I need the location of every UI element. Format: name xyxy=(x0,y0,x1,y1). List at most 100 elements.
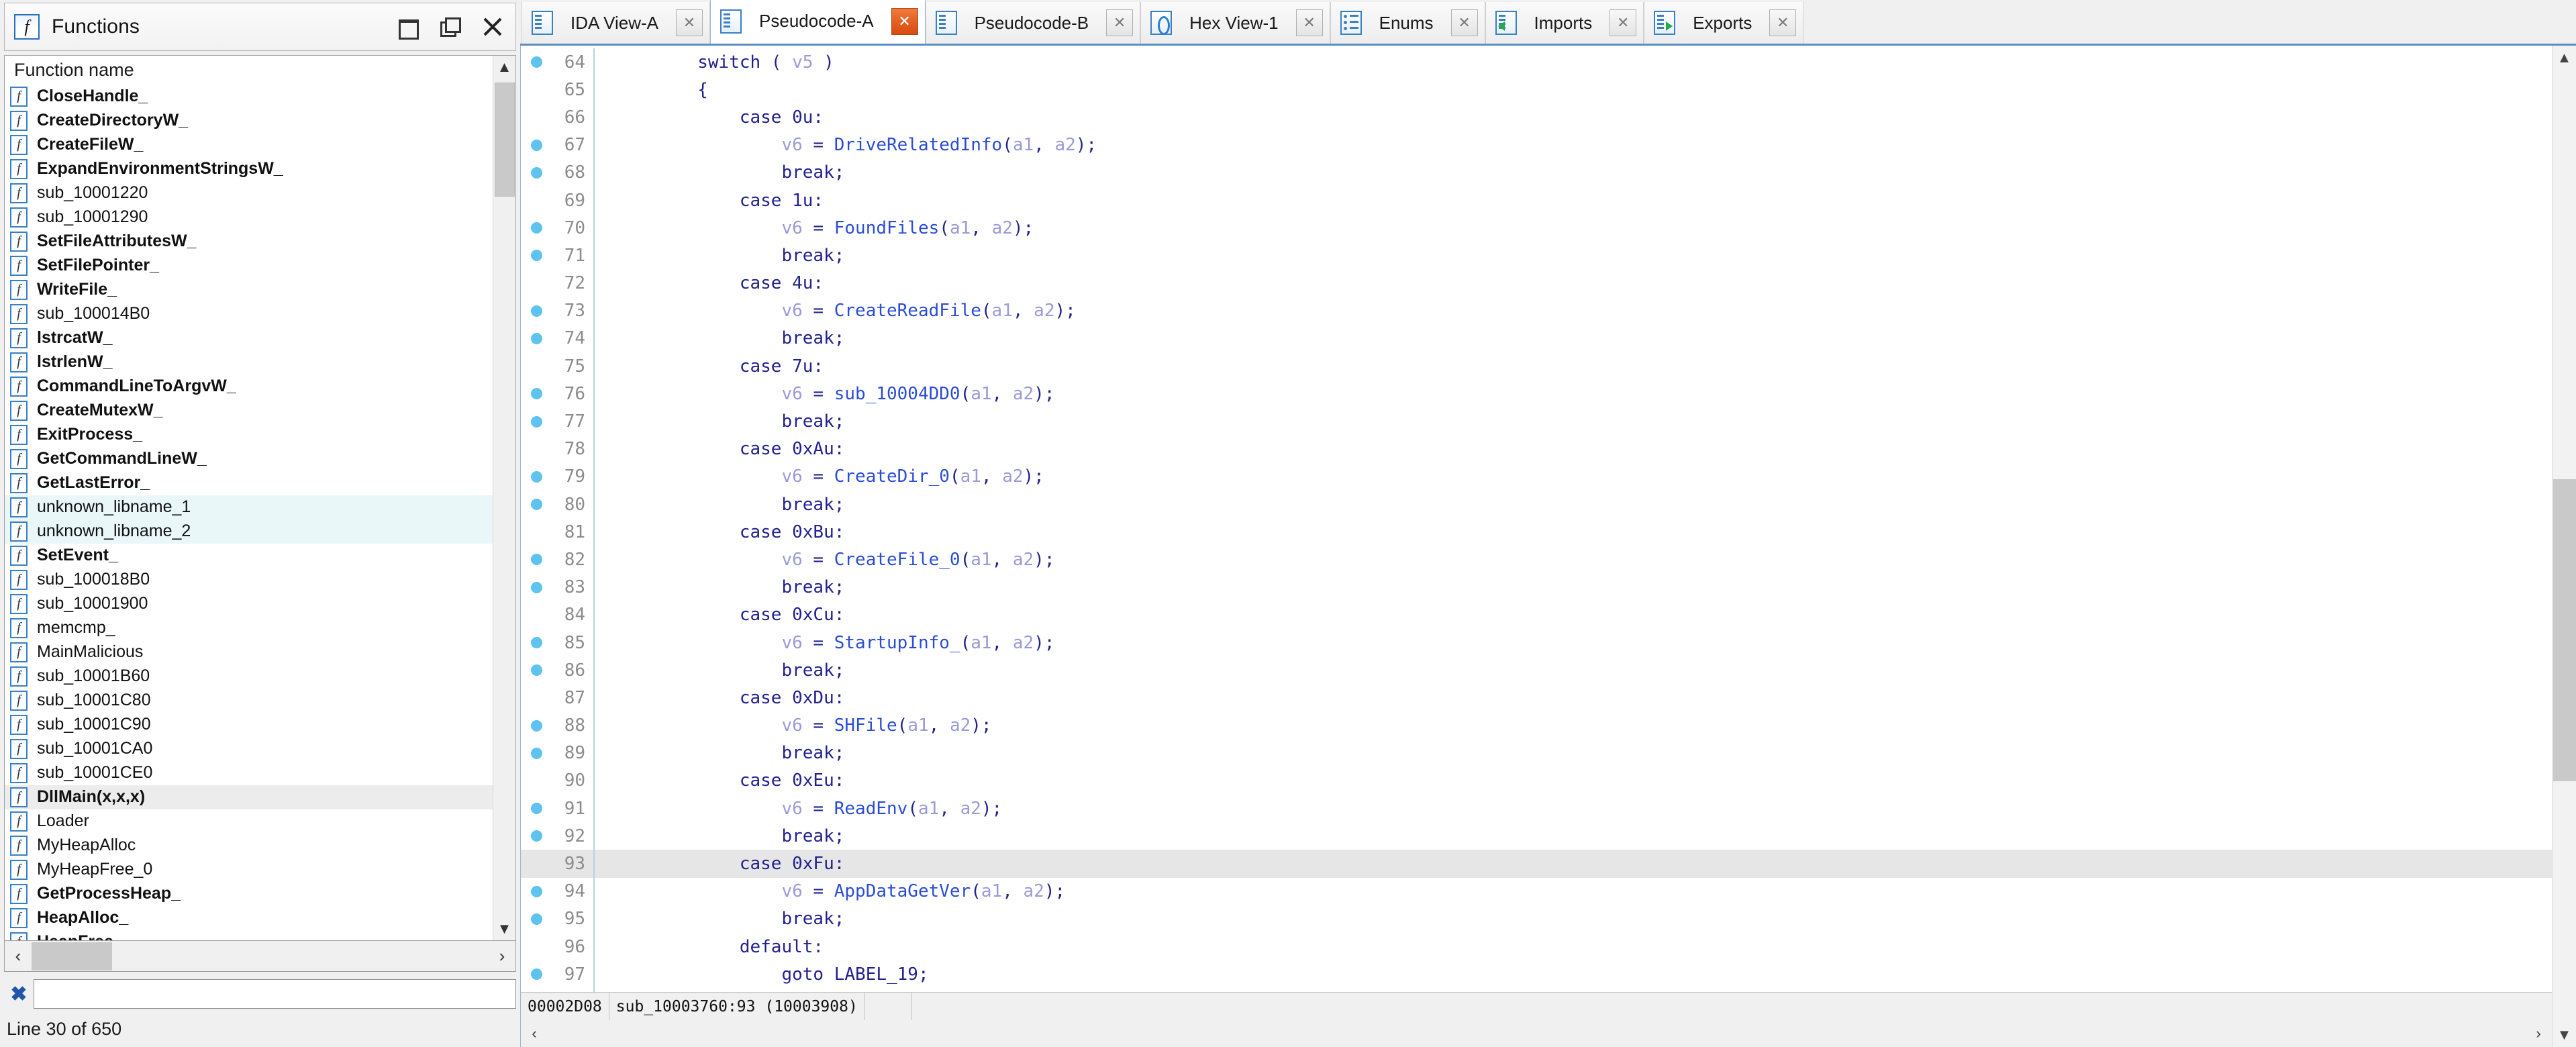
breakpoint-gutter[interactable] xyxy=(521,637,552,649)
tab-pseudocode-b[interactable]: Pseudocode-B ✕ xyxy=(925,2,1141,44)
pseudocode-vertical-scrollbar[interactable]: ▲ ▼ xyxy=(2552,46,2576,1047)
function-list-item[interactable]: f GetLastError_ xyxy=(5,470,493,495)
close-icon[interactable]: ✕ xyxy=(1106,9,1134,36)
functions-vscroll-track[interactable] xyxy=(493,78,515,917)
function-list-item[interactable]: f sub_10001220 xyxy=(5,181,493,205)
close-icon[interactable]: ✕ xyxy=(891,7,918,35)
function-list-item[interactable]: f sub_10001C90 xyxy=(5,712,493,737)
close-icon[interactable]: ✕ xyxy=(676,9,703,36)
function-list-item[interactable]: f sub_10001C80 xyxy=(5,688,493,713)
breakpoint-gutter[interactable] xyxy=(521,470,552,483)
function-list-item[interactable]: f ExpandEnvironmentStringsW_ xyxy=(5,156,493,181)
function-list-item[interactable]: f DllMain(x,x,x) xyxy=(5,785,493,809)
function-list-item[interactable]: f sub_100018B0 xyxy=(5,567,493,592)
tab-imports[interactable]: Imports ✕ xyxy=(1485,2,1644,44)
scroll-left-icon[interactable]: ‹ xyxy=(5,942,32,971)
pseudocode-line[interactable]: 89 break; xyxy=(521,739,2552,767)
pseudocode-line[interactable]: 88 v6 = SHFile(a1, a2); xyxy=(521,711,2552,740)
pseudocode-line[interactable]: 91 v6 = ReadEnv(a1, a2); xyxy=(521,795,2552,823)
pseudocode-line[interactable]: 66 case 0u: xyxy=(521,103,2552,132)
function-list-item[interactable]: f sub_10001290 xyxy=(5,205,493,230)
breakpoint-gutter[interactable] xyxy=(521,415,552,428)
functions-filter-input[interactable] xyxy=(34,979,516,1009)
function-list-item[interactable]: f sub_100014B0 xyxy=(5,301,493,326)
scroll-down-icon[interactable]: ▼ xyxy=(2553,1023,2576,1047)
function-list-item[interactable]: f CreateMutexW_ xyxy=(5,398,493,423)
scroll-left-icon[interactable]: ‹ xyxy=(521,1021,548,1046)
pseudocode-line[interactable]: 86 break; xyxy=(521,656,2552,685)
float-icon[interactable] xyxy=(439,15,462,38)
function-list-item[interactable]: f CreateFileW_ xyxy=(5,132,493,157)
pseudocode-line[interactable]: 68 break; xyxy=(521,158,2552,187)
functions-hscroll-thumb[interactable] xyxy=(32,942,112,970)
breakpoint-gutter[interactable] xyxy=(521,664,552,677)
function-list-item[interactable]: f GetProcessHeap_ xyxy=(5,881,493,906)
breakpoint-gutter[interactable] xyxy=(521,554,552,566)
pseudocode-line[interactable]: 97 goto LABEL_19; xyxy=(521,960,2552,989)
pseudocode-line[interactable]: 80 break; xyxy=(521,491,2552,519)
pseudocode-line[interactable]: 82 v6 = CreateFile_0(a1, a2); xyxy=(521,546,2552,574)
function-list-item[interactable]: f HeapFree_ xyxy=(5,930,493,940)
scroll-up-icon[interactable]: ▲ xyxy=(2553,46,2576,70)
close-icon[interactable]: ✕ xyxy=(1609,9,1637,36)
breakpoint-gutter[interactable] xyxy=(521,250,552,262)
function-list-item[interactable]: f WriteFile_ xyxy=(5,277,493,302)
breakpoint-gutter[interactable] xyxy=(521,803,552,815)
pseudocode-line[interactable]: 78 case 0xAu: xyxy=(521,435,2552,463)
pseudocode-line[interactable]: 90 case 0xEu: xyxy=(521,766,2552,795)
pseudocode-line[interactable]: 84 case 0xCu: xyxy=(521,601,2552,629)
functions-vertical-scrollbar[interactable]: ▲ ▼ xyxy=(493,55,516,940)
breakpoint-gutter[interactable] xyxy=(521,56,552,68)
pseudocode-line[interactable]: 81 case 0xBu: xyxy=(521,518,2552,546)
pseudocode-horizontal-scrollbar[interactable]: ‹ › xyxy=(521,1020,2552,1047)
pseudocode-line[interactable]: 67 v6 = DriveRelatedInfo(a1, a2); xyxy=(521,131,2552,159)
pseudocode-line[interactable]: 76 v6 = sub_10004DD0(a1, a2); xyxy=(521,380,2552,408)
function-list-item[interactable]: f lstrcatW_ xyxy=(5,326,493,350)
function-list-item[interactable]: f sub_10001B60 xyxy=(5,664,493,689)
function-list-item[interactable]: f SetFilePointer_ xyxy=(5,253,493,278)
function-list-item[interactable]: f lstrlenW_ xyxy=(5,350,493,375)
scroll-down-icon[interactable]: ▼ xyxy=(493,917,516,940)
breakpoint-gutter[interactable] xyxy=(521,305,552,317)
function-list-item[interactable]: f ExitProcess_ xyxy=(5,422,493,447)
pseudocode-line[interactable]: 77 break; xyxy=(521,407,2552,436)
breakpoint-gutter[interactable] xyxy=(521,719,552,732)
pseudocode-line[interactable]: 79 v6 = CreateDir_0(a1, a2); xyxy=(521,462,2552,491)
close-icon[interactable]: ✕ xyxy=(1769,9,1797,36)
function-list-item[interactable]: f CommandLineToArgvW_ xyxy=(5,374,493,399)
close-icon[interactable]: ✕ xyxy=(1450,9,1478,36)
pseudocode-lines[interactable]: 64 switch ( v5 ) 65 {66 case 0u: 67 v6 = D… xyxy=(521,46,2552,992)
function-list-item[interactable]: f sub_10001900 xyxy=(5,591,493,616)
breakpoint-gutter[interactable] xyxy=(521,913,552,925)
functions-horizontal-scrollbar[interactable]: ‹ › xyxy=(4,941,516,972)
tab-exports[interactable]: Exports ✕ xyxy=(1644,2,1804,44)
pseudocode-line[interactable]: 75 case 7u: xyxy=(521,352,2552,381)
function-list-item[interactable]: f SetEvent_ xyxy=(5,543,493,568)
functions-vscroll-thumb[interactable] xyxy=(494,82,515,197)
breakpoint-gutter[interactable] xyxy=(521,166,552,179)
pseudocode-line[interactable]: 70 v6 = FoundFiles(a1, a2); xyxy=(521,214,2552,242)
function-list-item[interactable]: f sub_10001CE0 xyxy=(5,760,493,785)
scroll-right-icon[interactable]: › xyxy=(2525,1021,2552,1046)
scroll-right-icon[interactable]: › xyxy=(489,942,515,971)
pseudocode-hscroll-track[interactable] xyxy=(548,1021,2525,1046)
tab-enums[interactable]: Enums ✕ xyxy=(1330,2,1485,44)
breakpoint-gutter[interactable] xyxy=(521,581,552,593)
function-list-item[interactable]: f CreateDirectoryW_ xyxy=(5,108,493,133)
breakpoint-gutter[interactable] xyxy=(521,968,552,981)
pseudocode-line[interactable]: 95 break; xyxy=(521,905,2552,933)
breakpoint-gutter[interactable] xyxy=(521,885,552,897)
pseudocode-line[interactable]: 83 break; xyxy=(521,573,2552,601)
tab-hex-view-1[interactable]: Hex View-1 ✕ xyxy=(1140,2,1330,44)
clear-filter-icon[interactable]: ✖ xyxy=(4,979,34,1009)
function-list-item[interactable]: f unknown_libname_2 xyxy=(5,519,493,544)
breakpoint-gutter[interactable] xyxy=(521,332,552,344)
pseudocode-line[interactable]: 92 break; xyxy=(521,822,2552,850)
function-list-item[interactable]: f HeapAlloc_ xyxy=(5,905,493,930)
tab-pseudocode-a[interactable]: Pseudocode-A ✕ xyxy=(710,0,926,44)
breakpoint-gutter[interactable] xyxy=(521,747,552,759)
function-list-item[interactable]: f CloseHandle_ xyxy=(5,84,493,109)
pseudocode-line[interactable]: 72 case 4u: xyxy=(521,269,2552,297)
scroll-up-icon[interactable]: ▲ xyxy=(493,56,516,79)
function-list-item[interactable]: f Loader xyxy=(5,809,493,834)
